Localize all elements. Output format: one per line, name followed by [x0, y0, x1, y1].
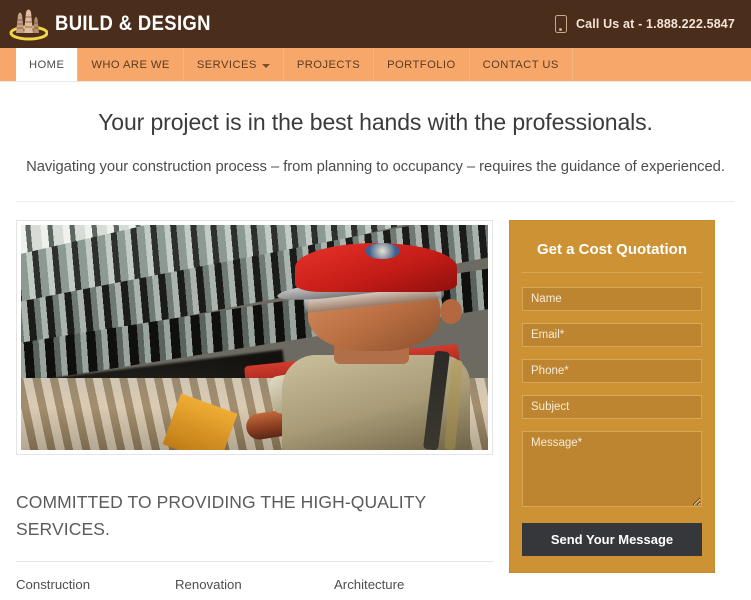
subject-field[interactable]: [522, 394, 702, 419]
quote-form-divider: [522, 271, 702, 273]
page-subtitle: Navigating your construction process – f…: [26, 158, 725, 175]
send-message-button[interactable]: Send Your Message: [522, 522, 702, 556]
services-divider: [16, 561, 493, 562]
main-navigation: HOME WHO ARE WE SERVICES PROJECTS PORTFO…: [0, 48, 751, 82]
quote-form-title: Get a Cost Quotation: [537, 240, 687, 258]
page-title: Your project is in the best hands with t…: [98, 109, 653, 135]
left-column: COMMITTED TO PROVIDING THE HIGH-QUALITY …: [16, 219, 493, 592]
service-item-construction[interactable]: Construction: [16, 577, 175, 592]
nav-item-home[interactable]: HOME: [16, 48, 79, 81]
call-us-text: Call Us at - 1.888.222.5847: [575, 17, 735, 31]
phone-icon: [554, 15, 567, 33]
email-field[interactable]: [522, 322, 702, 347]
hero-photo-frame: [16, 219, 493, 455]
quote-form: Get a Cost Quotation Send Your Message: [509, 219, 715, 573]
service-item-architecture[interactable]: Architecture: [334, 577, 493, 592]
nav-label-contact-us: CONTACT US: [482, 58, 559, 71]
service-item-renovation[interactable]: Renovation: [175, 577, 334, 592]
phone-field[interactable]: [522, 358, 702, 383]
nav-label-home: HOME: [29, 58, 65, 71]
right-column: Get a Cost Quotation Send Your Message: [509, 219, 715, 573]
site-header: BUILD & DESIGN Call Us at - 1.888.222.58…: [0, 0, 751, 48]
construction-worker-photo: [21, 224, 488, 450]
name-field[interactable]: [522, 286, 702, 311]
services-row: Construction Renovation Architecture: [16, 577, 493, 592]
site-logo[interactable]: BUILD & DESIGN: [8, 7, 232, 41]
chevron-down-icon: [261, 63, 270, 68]
nav-item-portfolio[interactable]: PORTFOLIO: [374, 48, 470, 81]
nav-label-projects: PROJECTS: [296, 58, 361, 71]
nav-label-portfolio: PORTFOLIO: [387, 58, 456, 71]
nav-label-services: SERVICES: [196, 58, 257, 71]
message-field[interactable]: [522, 430, 702, 507]
content-area: COMMITTED TO PROVIDING THE HIGH-QUALITY …: [0, 202, 751, 592]
building-logo-icon: [8, 7, 49, 41]
nav-item-projects[interactable]: PROJECTS: [284, 48, 375, 81]
hero-section: Your project is in the best hands with t…: [0, 82, 751, 175]
call-us-block[interactable]: Call Us at - 1.888.222.5847: [554, 15, 735, 33]
logo-text: BUILD & DESIGN: [55, 12, 211, 35]
nav-item-who-are-we[interactable]: WHO ARE WE: [78, 48, 184, 81]
nav-filler: [571, 48, 751, 81]
nav-item-services[interactable]: SERVICES: [184, 48, 284, 81]
nav-item-contact-us[interactable]: CONTACT US: [470, 48, 573, 81]
nav-label-who-are-we: WHO ARE WE: [91, 58, 170, 71]
section-title: COMMITTED TO PROVIDING THE HIGH-QUALITY …: [16, 491, 427, 539]
